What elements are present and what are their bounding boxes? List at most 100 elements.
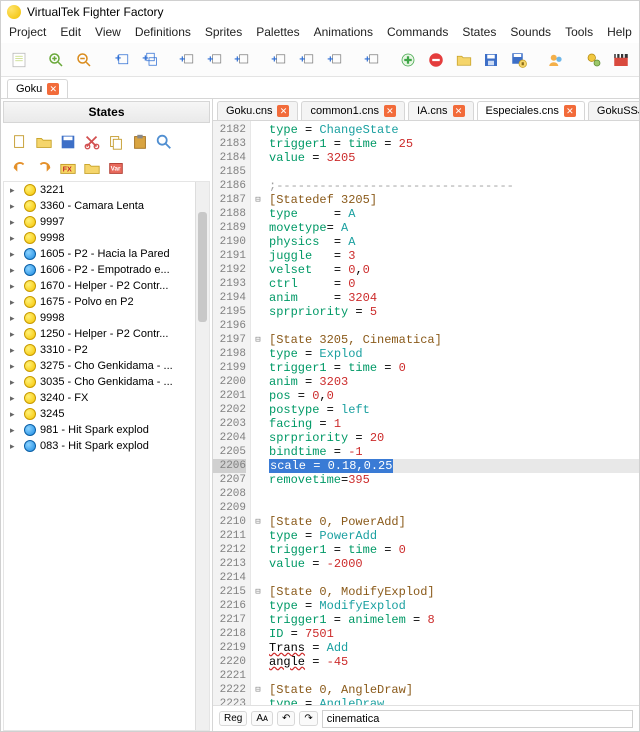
- menu-palettes[interactable]: Palettes: [256, 25, 299, 41]
- zoom-out-icon[interactable]: [72, 47, 96, 73]
- tree-item-label: 1670 - Helper - P2 Contr...: [40, 280, 168, 292]
- svg-text:FX: FX: [63, 165, 72, 174]
- editor-tab[interactable]: common1.cns✕: [301, 101, 404, 120]
- save-state-icon[interactable]: [57, 131, 79, 153]
- menu-project[interactable]: Project: [9, 25, 46, 41]
- add-box-a-icon[interactable]: +: [174, 47, 198, 73]
- editor-tab[interactable]: Goku.cns ✕: [217, 101, 298, 120]
- editor-tab[interactable]: Especiales.cns✕: [477, 101, 585, 120]
- tool-notepad-icon[interactable]: [7, 47, 31, 73]
- tree-item[interactable]: ▸1605 - P2 - Hacia la Pared: [4, 246, 209, 262]
- search-input[interactable]: [322, 710, 633, 728]
- save-icon[interactable]: [480, 47, 504, 73]
- svg-text:+: +: [235, 53, 241, 65]
- tree-item[interactable]: ▸9998: [4, 230, 209, 246]
- add-box-c-icon[interactable]: +: [229, 47, 253, 73]
- tree-item[interactable]: ▸ 083 - Hit Spark explod: [4, 438, 209, 454]
- state-icon: [24, 360, 36, 372]
- tree-item[interactable]: ▸1606 - P2 - Empotrado e...: [4, 262, 209, 278]
- close-icon[interactable]: ✕: [564, 105, 576, 117]
- tree-item[interactable]: ▸9997: [4, 214, 209, 230]
- zoom-in-icon[interactable]: [44, 47, 68, 73]
- tree-item[interactable]: ▸1250 - Helper - P2 Contr...: [4, 326, 209, 342]
- tree-item[interactable]: ▸3245: [4, 406, 209, 422]
- clapper-icon[interactable]: [609, 47, 633, 73]
- close-icon[interactable]: ✕: [47, 83, 59, 95]
- tree-item[interactable]: ▸3221: [4, 182, 209, 198]
- scrollbar-thumb[interactable]: [198, 212, 207, 322]
- tree-item-label: 3245: [40, 408, 64, 420]
- open-folder-icon[interactable]: [452, 47, 476, 73]
- menu-sprites[interactable]: Sprites: [205, 25, 242, 41]
- gears-icon[interactable]: [582, 47, 606, 73]
- fold-column[interactable]: [251, 121, 265, 705]
- tree-item[interactable]: ▸9998: [4, 310, 209, 326]
- editor-tab[interactable]: IA.cns✕: [408, 101, 474, 120]
- folder-icon[interactable]: [81, 157, 103, 179]
- tree-item-label: 3360 - Camara Lenta: [40, 200, 144, 212]
- add-squares-icon[interactable]: +: [137, 47, 161, 73]
- paste-icon[interactable]: [129, 131, 151, 153]
- tree-item[interactable]: ▸3310 - P2: [4, 342, 209, 358]
- save-lock-icon[interactable]: [507, 47, 531, 73]
- tree-item[interactable]: ▸1675 - Polvo en P2: [4, 294, 209, 310]
- tree-item[interactable]: ▸1670 - Helper - P2 Contr...: [4, 278, 209, 294]
- menu-edit[interactable]: Edit: [60, 25, 81, 41]
- undo-search-icon[interactable]: ↶: [277, 711, 295, 726]
- add-green-icon[interactable]: [396, 47, 420, 73]
- tree-item[interactable]: ▸981 - Hit Spark explod: [4, 422, 209, 438]
- chevron-right-icon: ▸: [10, 201, 20, 212]
- case-toggle[interactable]: Aᴀ: [251, 711, 273, 726]
- code-editor[interactable]: 2182218321842185218621872188218921902191…: [213, 121, 639, 705]
- menu-view[interactable]: View: [95, 25, 121, 41]
- menu-help[interactable]: Help: [607, 25, 632, 41]
- project-tab[interactable]: Goku ✕: [7, 79, 68, 98]
- chevron-right-icon: ▸: [10, 233, 20, 244]
- chevron-right-icon: ▸: [10, 441, 20, 452]
- var-icon[interactable]: Var: [105, 157, 127, 179]
- editor-tab-label: Goku.cns: [226, 105, 272, 117]
- tree-item[interactable]: ▸ 3360 - Camara Lenta: [4, 198, 209, 214]
- close-icon[interactable]: ✕: [453, 105, 465, 117]
- fx-icon[interactable]: FX: [57, 157, 79, 179]
- undo-icon[interactable]: [9, 157, 31, 179]
- add-square-icon[interactable]: +: [109, 47, 133, 73]
- add-box-b-icon[interactable]: +: [202, 47, 226, 73]
- tree-item[interactable]: ▸3035 - Cho Genkidama - ...: [4, 374, 209, 390]
- tree-item[interactable]: ▸3275 - Cho Genkidama - ...: [4, 358, 209, 374]
- add-box-f-icon[interactable]: +: [322, 47, 346, 73]
- add-box-d-icon[interactable]: +: [267, 47, 291, 73]
- svg-text:+: +: [142, 52, 148, 64]
- stop-icon[interactable]: [424, 47, 448, 73]
- menu-commands[interactable]: Commands: [387, 25, 448, 41]
- new-file-icon[interactable]: [9, 131, 31, 153]
- scrollbar[interactable]: [195, 182, 209, 730]
- close-icon[interactable]: ✕: [384, 105, 396, 117]
- open-icon[interactable]: [33, 131, 55, 153]
- titlebar: VirtualTek Fighter Factory: [1, 1, 639, 23]
- add-box-g-icon[interactable]: +: [359, 47, 383, 73]
- users-icon[interactable]: [545, 47, 569, 73]
- tree-item[interactable]: ▸3240 - FX: [4, 390, 209, 406]
- menu-states[interactable]: States: [462, 25, 496, 41]
- menu-animations[interactable]: Animations: [314, 25, 373, 41]
- menu-sounds[interactable]: Sounds: [510, 25, 551, 41]
- copy-icon[interactable]: [105, 131, 127, 153]
- cut-icon[interactable]: [81, 131, 103, 153]
- code-area[interactable]: type = ChangeStatetrigger1 = time = 25va…: [265, 121, 639, 705]
- editor-tab[interactable]: GokuSSJ.cns✕: [588, 101, 639, 120]
- redo-search-icon[interactable]: ↷: [299, 711, 317, 726]
- tree-item-label: 1675 - Polvo en P2: [40, 296, 134, 308]
- tree-item-label: 083 - Hit Spark explod: [40, 440, 149, 452]
- menu-tools[interactable]: Tools: [565, 25, 593, 41]
- states-tree[interactable]: ▸3221▸3360 - Camara Lenta▸9997▸9998▸1605…: [3, 181, 210, 731]
- close-icon[interactable]: ✕: [277, 105, 289, 117]
- find-icon[interactable]: [153, 131, 175, 153]
- redo-icon[interactable]: [33, 157, 55, 179]
- tree-item-label: 9998: [40, 312, 64, 324]
- regex-toggle[interactable]: Reg: [219, 711, 247, 726]
- tree-item-label: 3310 - P2: [40, 344, 88, 356]
- add-box-e-icon[interactable]: +: [294, 47, 318, 73]
- menu-definitions[interactable]: Definitions: [135, 25, 191, 41]
- svg-text:+: +: [327, 53, 333, 65]
